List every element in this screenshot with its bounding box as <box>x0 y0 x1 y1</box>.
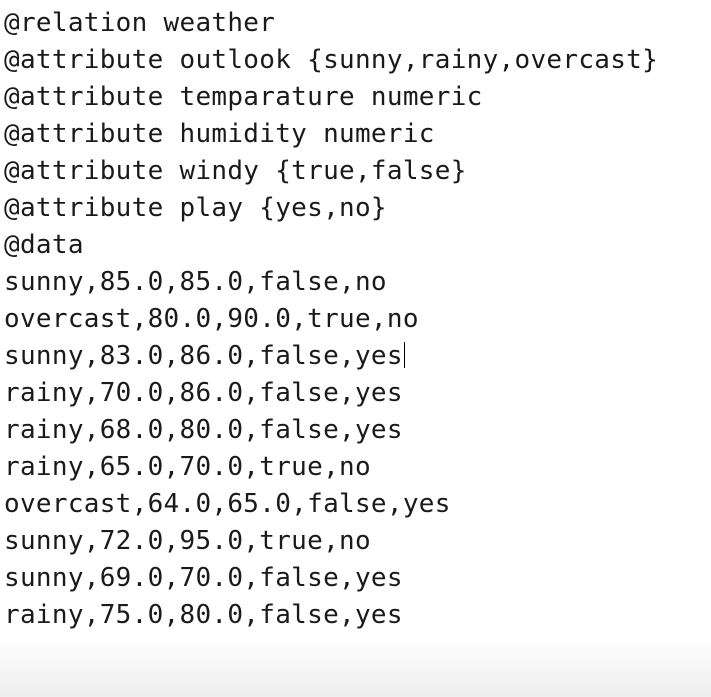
text-area[interactable]: @relation weather @attribute outlook {su… <box>4 5 711 634</box>
line-attribute-temparature: @attribute temparature numeric <box>4 82 483 112</box>
data-row: rainy,68.0,80.0,false,yes <box>4 415 403 445</box>
data-row: sunny,69.0,70.0,false,yes <box>4 563 403 593</box>
line-attribute-windy: @attribute windy {true,false} <box>4 156 467 186</box>
text-editor[interactable]: @relation weather @attribute outlook {su… <box>0 0 711 697</box>
data-row-text: sunny,83.0,86.0,false,yes <box>4 341 403 371</box>
data-row: overcast,80.0,90.0,true,no <box>4 304 419 334</box>
data-row: sunny,72.0,95.0,true,no <box>4 526 371 556</box>
data-row: overcast,64.0,65.0,false,yes <box>4 489 451 519</box>
line-attribute-play: @attribute play {yes,no} <box>4 193 387 223</box>
data-row: rainy,75.0,80.0,false,yes <box>4 600 403 630</box>
text-caret <box>403 342 405 368</box>
line-attribute-outlook: @attribute outlook {sunny,rainy,overcast… <box>4 45 659 75</box>
line-data-header: @data <box>4 230 84 260</box>
data-row: sunny,85.0,85.0,false,no <box>4 267 387 297</box>
line-relation: @relation weather <box>4 8 276 38</box>
data-row: rainy,70.0,86.0,false,yes <box>4 378 403 408</box>
data-row-with-caret: sunny,83.0,86.0,false,yes <box>4 338 711 375</box>
data-row: rainy,65.0,70.0,true,no <box>4 452 371 482</box>
line-attribute-humidity: @attribute humidity numeric <box>4 119 435 149</box>
bottom-shade <box>0 637 711 697</box>
